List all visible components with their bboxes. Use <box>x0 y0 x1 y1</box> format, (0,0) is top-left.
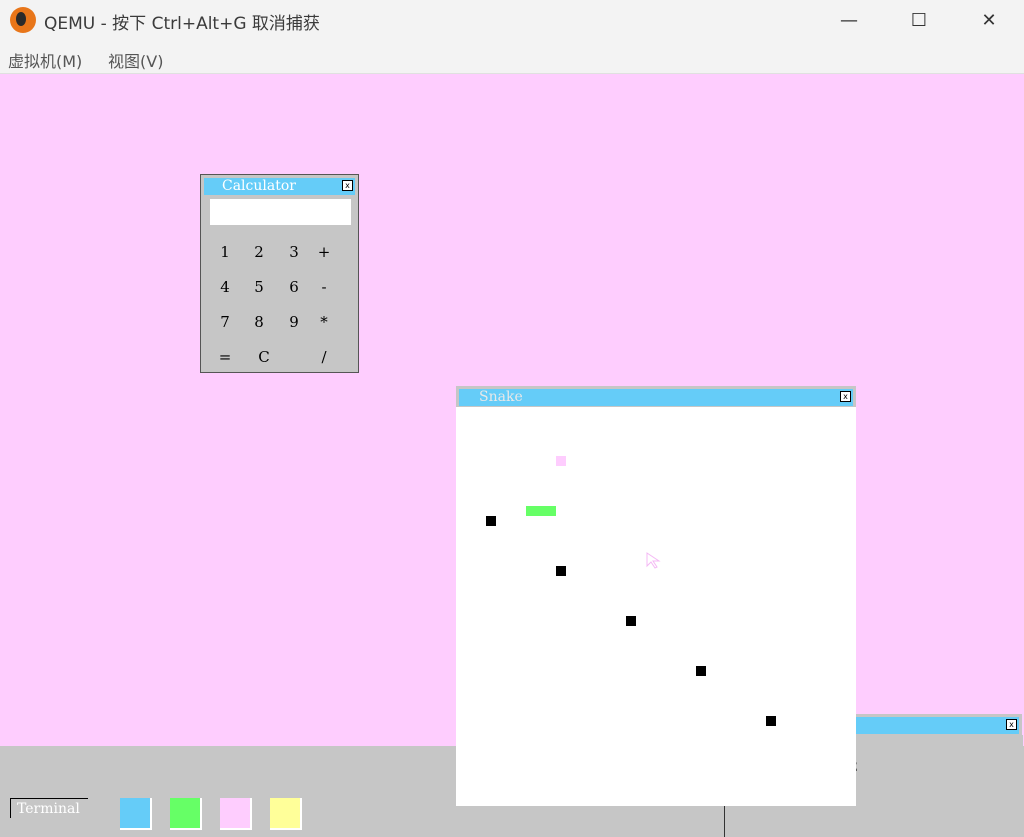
close-icon: x <box>843 392 848 401</box>
background-window-title-bar[interactable]: x <box>856 714 1022 735</box>
background-window-title-fill: x <box>856 717 1019 734</box>
host-menu-bar: 虚拟机(M) 视图(V) <box>0 40 1024 74</box>
calc-key-clear[interactable]: C <box>252 347 276 367</box>
maximize-icon: ☐ <box>910 9 928 31</box>
background-window-close-button[interactable]: x <box>1006 719 1017 730</box>
close-button[interactable]: ✕ <box>954 0 1024 40</box>
maximize-button[interactable]: ☐ <box>884 0 954 40</box>
calc-key-8[interactable]: 8 <box>247 312 271 332</box>
calc-key-plus[interactable]: + <box>312 242 336 262</box>
snake-title-bar[interactable]: Snake x <box>459 389 853 406</box>
snake-obstacle <box>626 616 636 626</box>
snake-close-button[interactable]: x <box>840 391 851 402</box>
color-swatch-blue[interactable] <box>120 798 152 830</box>
minimize-icon: — <box>840 9 858 31</box>
qemu-logo-icon <box>10 7 36 33</box>
snake-body <box>526 506 556 516</box>
color-swatch-pink[interactable] <box>220 798 252 830</box>
calc-key-4[interactable]: 4 <box>213 277 237 297</box>
terminal-button[interactable]: Terminal <box>10 798 88 818</box>
menu-vm[interactable]: 虚拟机(M) <box>8 48 82 72</box>
host-title-bar: QEMU - 按下 Ctrl+Alt+G 取消捕获 — ☐ ✕ <box>0 0 1024 40</box>
snake-obstacle <box>556 566 566 576</box>
color-swatch-yellow[interactable] <box>270 798 302 830</box>
calc-key-7[interactable]: 7 <box>213 312 237 332</box>
calc-key-9[interactable]: 9 <box>282 312 306 332</box>
close-icon: ✕ <box>981 9 997 31</box>
snake-title: Snake <box>479 389 523 405</box>
guest-desktop[interactable]: Calculator x 1 2 3 + 4 5 6 - 7 8 9 * = C… <box>0 74 1024 837</box>
calculator-title-bar[interactable]: Calculator x <box>204 178 355 195</box>
calc-key-2[interactable]: 2 <box>247 242 271 262</box>
calc-key-equals[interactable]: = <box>213 347 237 367</box>
snake-obstacle <box>766 716 776 726</box>
menu-view[interactable]: 视图(V) <box>108 48 163 72</box>
snake-obstacle <box>696 666 706 676</box>
minimize-button[interactable]: — <box>814 0 884 40</box>
close-icon: x <box>345 181 350 190</box>
calc-key-3[interactable]: 3 <box>282 242 306 262</box>
calc-key-6[interactable]: 6 <box>282 277 306 297</box>
calculator-window: Calculator x 1 2 3 + 4 5 6 - 7 8 9 * = C… <box>200 174 359 373</box>
host-window-title: QEMU - 按下 Ctrl+Alt+G 取消捕获 <box>44 14 320 34</box>
calculator-title: Calculator <box>222 178 296 194</box>
calc-key-5[interactable]: 5 <box>247 277 271 297</box>
snake-window: Snake x <box>456 386 856 806</box>
snake-title-frame: Snake x <box>456 386 856 407</box>
close-icon: x <box>1009 720 1014 729</box>
calculator-display <box>210 199 351 225</box>
calculator-close-button[interactable]: x <box>342 180 353 191</box>
mouse-cursor-icon <box>646 552 661 569</box>
calc-key-divide[interactable]: / <box>312 347 336 367</box>
color-swatch-green[interactable] <box>170 798 202 830</box>
snake-obstacle <box>486 516 496 526</box>
calc-key-1[interactable]: 1 <box>213 242 237 262</box>
calc-key-minus[interactable]: - <box>312 277 336 297</box>
snake-food <box>556 456 566 466</box>
calc-key-multiply[interactable]: * <box>312 312 336 332</box>
